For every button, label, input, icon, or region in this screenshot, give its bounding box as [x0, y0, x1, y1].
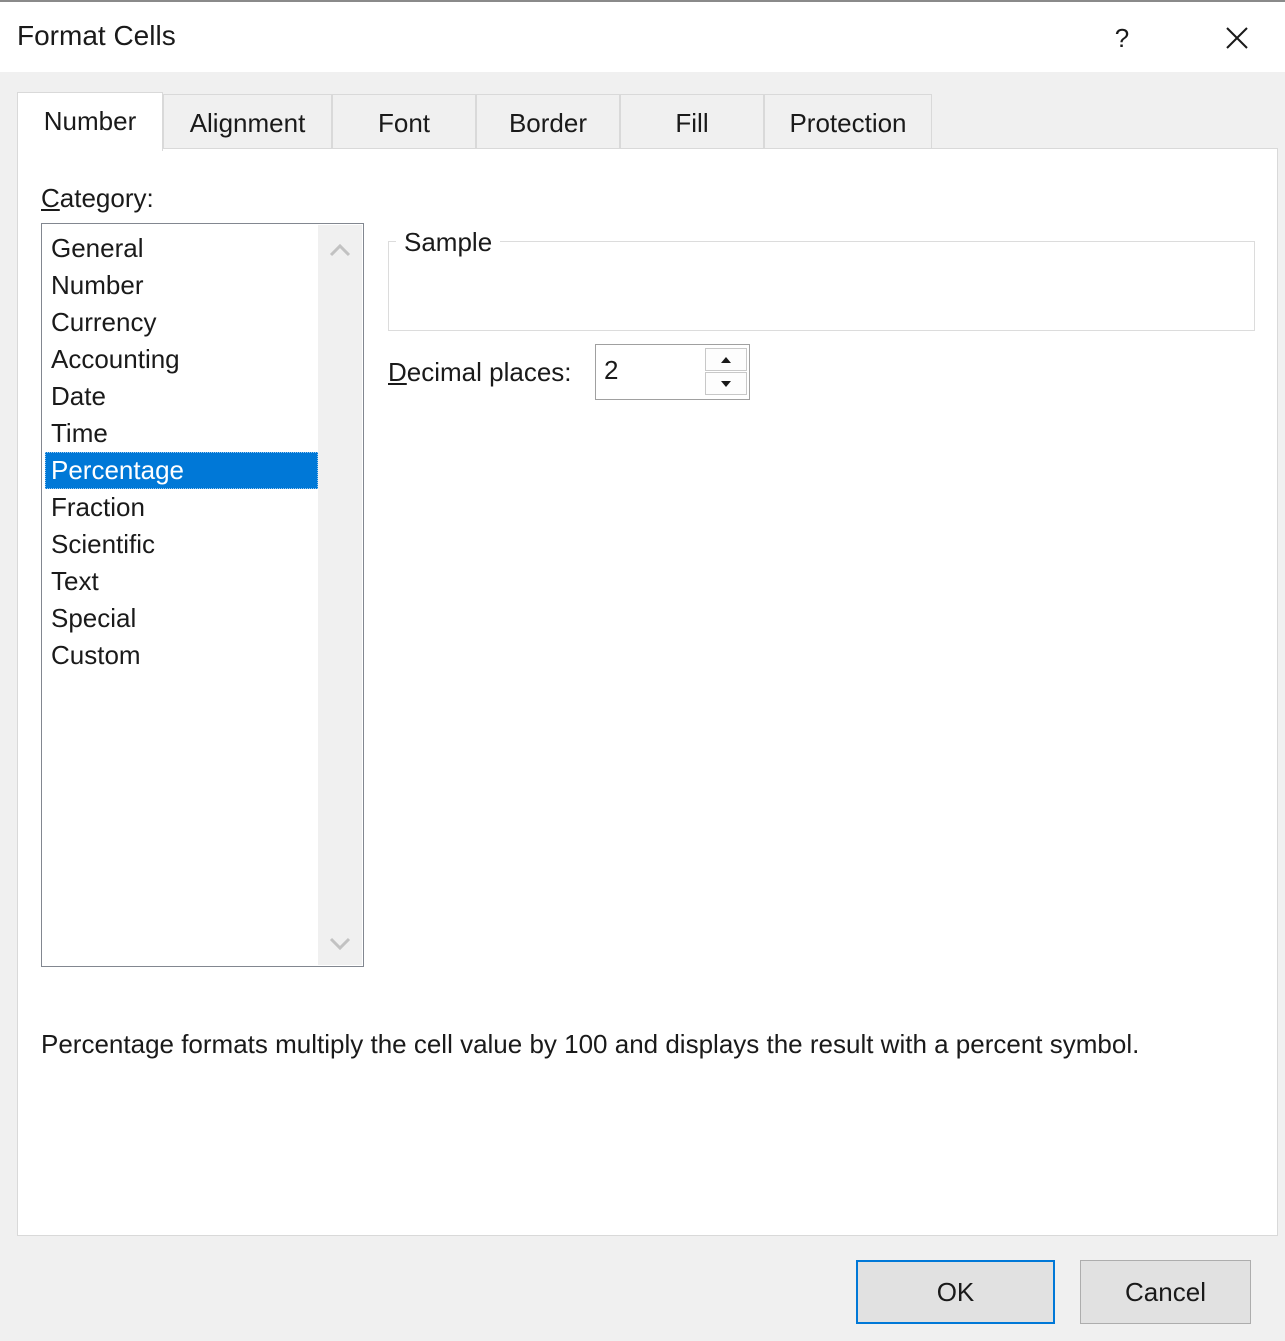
stepper-buttons — [705, 348, 747, 396]
ok-button[interactable]: OK — [856, 1260, 1055, 1324]
triangle-down-icon — [721, 381, 731, 387]
decrement-button[interactable] — [705, 372, 747, 395]
category-item-accounting[interactable]: Accounting — [45, 341, 318, 378]
increment-button[interactable] — [705, 348, 747, 371]
category-item-special[interactable]: Special — [45, 600, 318, 637]
sample-box — [388, 241, 1255, 331]
category-item-text[interactable]: Text — [45, 563, 318, 600]
close-button[interactable] — [1212, 16, 1262, 60]
chevron-up-icon — [329, 243, 351, 257]
format-description: Percentage formats multiply the cell val… — [41, 1029, 1140, 1059]
tab-protection[interactable]: Protection — [764, 94, 932, 150]
tab-number[interactable]: Number — [17, 92, 163, 151]
help-button[interactable]: ? — [1100, 18, 1144, 58]
tab-fill[interactable]: Fill — [620, 94, 764, 150]
category-item-time[interactable]: Time — [45, 415, 318, 452]
decimal-places-label: Decimal places: — [388, 357, 572, 387]
category-label: Category: — [41, 183, 154, 213]
scroll-down-button[interactable] — [318, 921, 362, 965]
category-item-scientific[interactable]: Scientific — [45, 526, 318, 563]
category-item-general[interactable]: General — [45, 230, 318, 267]
tab-font[interactable]: Font — [332, 94, 476, 150]
tab-alignment[interactable]: Alignment — [163, 94, 332, 150]
decimal-places-input[interactable]: 2 — [604, 355, 618, 386]
category-item-number[interactable]: Number — [45, 267, 318, 304]
category-item-custom[interactable]: Custom — [45, 637, 318, 674]
dialog-title: Format Cells — [17, 20, 176, 51]
title-bar: Format Cells ? — [0, 0, 1285, 72]
category-item-percentage[interactable]: Percentage — [45, 452, 318, 489]
close-icon — [1226, 27, 1248, 49]
sample-label: Sample — [396, 227, 501, 258]
category-scrollbar[interactable] — [318, 225, 362, 965]
category-item-currency[interactable]: Currency — [45, 304, 318, 341]
chevron-down-icon — [329, 937, 351, 951]
category-item-date[interactable]: Date — [45, 378, 318, 415]
format-cells-dialog: Format Cells ? Number Alignment Font Bor… — [0, 0, 1285, 1341]
decimal-places-stepper[interactable]: 2 — [595, 344, 750, 400]
scroll-up-button[interactable] — [318, 229, 362, 273]
triangle-up-icon — [721, 357, 731, 363]
category-item-fraction[interactable]: Fraction — [45, 489, 318, 526]
category-listbox[interactable]: General Number Currency Accounting Date … — [41, 223, 364, 967]
tab-border[interactable]: Border — [476, 94, 620, 150]
cancel-button[interactable]: Cancel — [1080, 1260, 1251, 1324]
number-tab-panel: Category: General Number Currency Accoun… — [17, 148, 1278, 1236]
